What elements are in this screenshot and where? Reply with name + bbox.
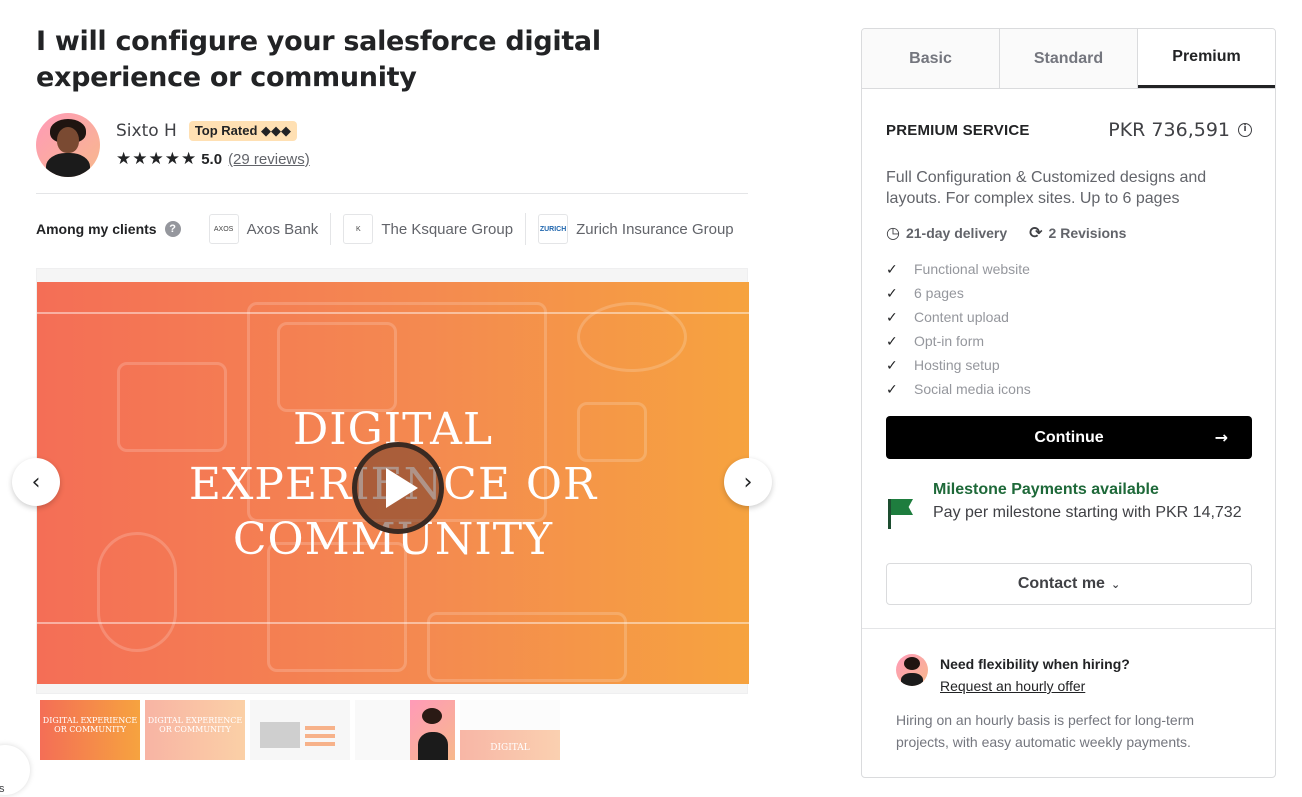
client-ksquare-group: K The Ksquare Group [330,213,525,245]
thumbnail[interactable]: DIGITAL EXPERIENCE OR COMMUNITY [40,700,140,760]
feature-label: Functional website [914,261,1030,277]
thumbnail[interactable] [355,700,455,760]
milestone-subtitle: Pay per milestone starting with PKR 14,7… [933,504,1242,521]
check-icon: ✓ [886,284,898,301]
gig-gallery: DIGITAL EXPERIENCE OR COMMUNITY [36,268,749,694]
gallery-slide-video[interactable]: DIGITAL EXPERIENCE OR COMMUNITY [37,282,749,684]
delivery-label: 21-day delivery [905,225,1008,241]
tab-basic[interactable]: Basic [862,29,1000,88]
gig-title: I will configure your salesforce digital… [36,26,601,93]
tab-premium[interactable]: Premium [1138,29,1275,88]
divider [862,628,1275,629]
revisions: ⟳ 2 Revisions [1029,223,1126,243]
seller-name[interactable]: Sixto H [116,121,177,141]
hourly-title: Need flexibility when hiring? [940,656,1130,672]
package-price-wrap: PKR 736,591 i [1108,119,1252,141]
client-zurich-insurance: ZURICH Zurich Insurance Group [525,213,746,245]
divider [36,193,748,194]
client-name: Axos Bank [246,220,319,238]
revisions-label: 2 Revisions [1048,225,1127,241]
thumbnail-text: DIGITAL EXPERIENCE OR COMMUNITY [147,716,243,734]
feature-item: ✓ Social media icons [886,377,1252,401]
feature-list: ✓ Functional website ✓ 6 pages ✓ Content up… [886,257,1252,401]
star-rating-icon: ★★★★★ [116,149,198,168]
milestone-payments: Milestone Payments available Pay per mil… [886,479,1252,533]
axos-logo-icon: AXOS [208,214,239,244]
hourly-offer: Need flexibility when hiring? Request an… [896,654,1130,698]
play-button-icon[interactable] [352,442,444,534]
feature-label: Social media icons [914,381,1031,397]
seller-avatar[interactable] [36,113,100,177]
feature-item: ✓ Hosting setup [886,353,1252,377]
feature-item: ✓ Content upload [886,305,1252,329]
reviews-link[interactable]: (29 reviews) [228,151,310,168]
arrow-right-icon: → [1214,428,1228,447]
package-price: PKR 736,591 [1108,119,1230,141]
check-icon: ✓ [886,260,898,277]
top-rated-badge: Top Rated ◆◆◆ [188,121,298,141]
feature-item: ✓ 6 pages [886,281,1252,305]
zurich-logo-icon: ZURICH [538,214,569,244]
contact-me-button[interactable]: Contact me ⌄ [886,563,1252,605]
thumbnail[interactable]: DIGITAL [460,700,560,760]
help-icon[interactable]: ? [164,221,181,237]
package-name: PREMIUM SERVICE [886,121,1030,139]
request-hourly-offer-link[interactable]: Request an hourly offer [940,674,1130,698]
seller-avatar-small [896,654,928,686]
milestone-title: Milestone Payments available [933,481,1159,498]
check-icon: ✓ [886,380,898,397]
chevron-down-icon: ⌄ [1110,578,1121,591]
feature-label: 6 pages [914,285,964,301]
side-floating-tab[interactable]: s [0,745,30,795]
clock-icon: ◷ [886,225,900,242]
clients-bar: Among my clients ? AXOS Axos Bank K The … [36,212,746,246]
refresh-icon: ⟳ [1029,225,1043,242]
gallery-next-button[interactable]: › [724,458,772,506]
tab-standard[interactable]: Standard [1000,29,1138,88]
client-name: The Ksquare Group [381,220,514,238]
thumbnail-text: DIGITAL [490,743,530,753]
info-icon[interactable]: i [1238,123,1252,137]
delivery-time: ◷ 21-day delivery [886,223,1007,243]
side-tab-label: s [0,783,5,795]
feature-label: Content upload [914,309,1009,325]
check-icon: ✓ [886,332,898,349]
gallery-thumbnails: DIGITAL EXPERIENCE OR COMMUNITY DIGITAL … [40,700,560,760]
thumbnail-text: DIGITAL EXPERIENCE OR COMMUNITY [42,716,138,734]
continue-button[interactable]: Continue → [886,416,1252,459]
client-axos-bank: AXOS Axos Bank [197,213,331,245]
clients-label: Among my clients [36,221,157,237]
feature-item: ✓ Opt-in form [886,329,1252,353]
thumbnail[interactable]: DIGITAL EXPERIENCE OR COMMUNITY [145,700,245,760]
contact-label: Contact me [1017,575,1105,592]
check-icon: ✓ [886,308,898,325]
feature-label: Opt-in form [914,333,985,349]
package-card: Basic Standard Premium PREMIUM SERVICE P… [861,28,1276,778]
feature-label: Hosting setup [914,357,1000,373]
package-description: Full Configuration & Customized designs … [886,169,1207,207]
flag-icon [886,497,916,533]
client-name: Zurich Insurance Group [576,220,734,238]
thumbnail[interactable] [250,700,350,760]
package-tabs: Basic Standard Premium [862,29,1275,89]
package-content: PREMIUM SERVICE PKR 736,591 i Full Confi… [886,119,1252,401]
feature-item: ✓ Functional website [886,257,1252,281]
continue-label: Continue [1034,428,1104,446]
rating-value: 5.0 [201,150,223,168]
hourly-description: Hiring on an hourly basis is perfect for… [896,712,1195,750]
ksquare-logo-icon: K [343,214,374,244]
gallery-prev-button[interactable]: ‹ [12,458,60,506]
seller-overview: Sixto H Top Rated ◆◆◆ ★★★★★ 5.0 (29 revi… [36,113,310,177]
check-icon: ✓ [886,356,898,373]
